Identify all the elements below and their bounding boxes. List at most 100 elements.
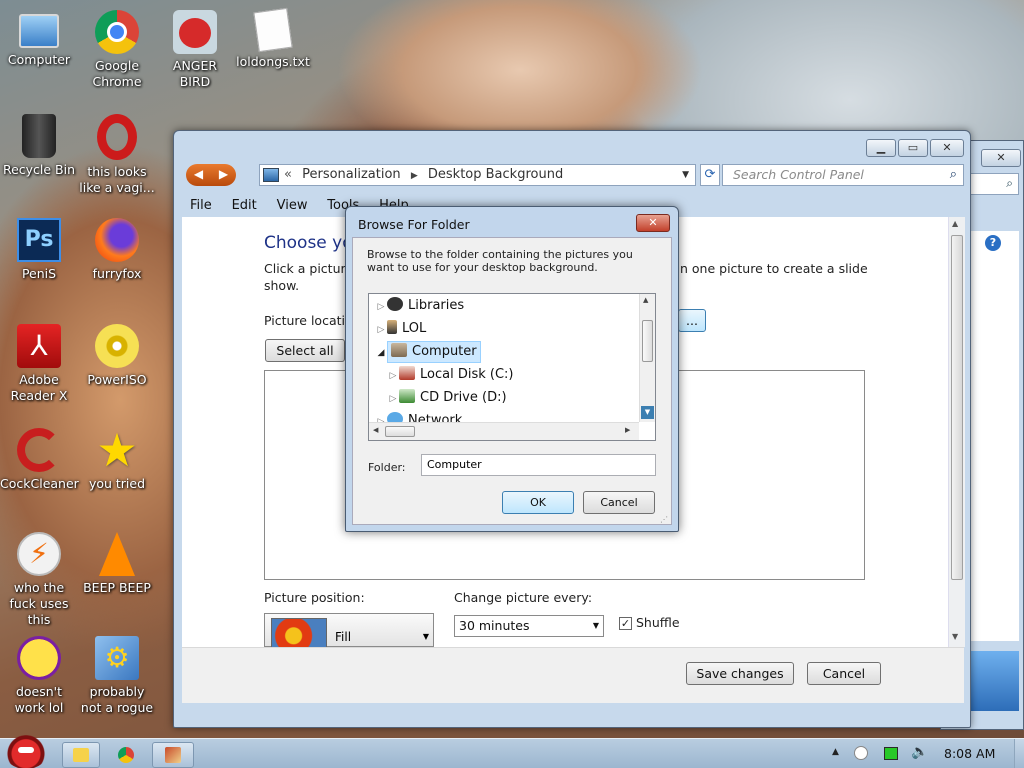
libraries-icon <box>387 297 403 311</box>
ccleaner-icon <box>17 428 61 472</box>
battery-icon[interactable] <box>884 747 898 760</box>
ok-button[interactable]: OK <box>502 491 574 514</box>
forward-button[interactable]: ▶ <box>211 164 236 186</box>
tree-hscroll-thumb[interactable] <box>385 426 415 437</box>
desktop-icon-firefox[interactable]: furryfox <box>78 218 156 282</box>
menu-file[interactable]: File <box>182 195 220 216</box>
tree-horizontal-scrollbar[interactable]: ◀ ▶ <box>369 422 639 440</box>
messenger-icon[interactable] <box>854 746 868 760</box>
desktop-icon-poweriso[interactable]: PowerISO <box>78 324 156 388</box>
desktop-icon-opera[interactable]: this looks like a vagi... <box>78 114 156 196</box>
desktop-icon-rogue[interactable]: ⚙ probably not a rogue <box>78 636 156 716</box>
tree-item-cd-drive[interactable]: ▷ CD Drive (D:) <box>387 387 507 409</box>
adobe-reader-icon: ⅄ <box>17 324 61 368</box>
bottom-options: Picture position: Fill ▼ Change picture … <box>182 583 948 648</box>
minimize-button[interactable]: ▁ <box>866 139 896 157</box>
help-icon[interactable]: ? <box>985 235 1001 251</box>
close-button[interactable]: ✕ <box>930 139 964 157</box>
user-folder-icon <box>387 320 397 334</box>
refresh-button[interactable]: ⟳ <box>700 164 720 186</box>
tree-scroll-thumb[interactable] <box>642 320 653 362</box>
expand-arrow-icon[interactable]: ▷ <box>387 365 399 387</box>
expand-arrow-icon[interactable]: ▷ <box>375 319 387 341</box>
vertical-scrollbar[interactable]: ▲ ▼ <box>948 217 965 647</box>
save-changes-button[interactable]: Save changes <box>686 662 794 685</box>
show-hidden-icons-icon[interactable]: ▲ <box>832 747 839 757</box>
angry-bird-icon <box>173 10 217 54</box>
scroll-down-icon[interactable]: ▼ <box>952 632 958 641</box>
resize-grip-icon[interactable]: ⋰ <box>660 515 668 524</box>
opera-icon <box>97 114 137 160</box>
dialog-close-button[interactable]: ✕ <box>636 214 670 232</box>
desktop-icon-you-tried[interactable]: ★ you tried <box>78 427 156 492</box>
scroll-right-icon[interactable]: ▶ <box>625 426 630 434</box>
picture-position-dropdown[interactable]: Fill ▼ <box>264 613 434 648</box>
change-picture-interval-select[interactable]: 30 minutes ▼ <box>454 615 604 637</box>
desktop-icon-yahoo[interactable]: doesn't work lol <box>0 636 78 716</box>
recycle-bin-icon <box>22 114 56 158</box>
taskbar-chrome-button[interactable] <box>108 742 142 768</box>
scroll-thumb[interactable] <box>951 235 963 580</box>
navigation-bar: ◀ ▶ « Personalization ▶ Desktop Backgrou… <box>182 161 964 189</box>
menu-edit[interactable]: Edit <box>224 195 265 216</box>
desktop-icon-ccleaner[interactable]: CockCleaner <box>0 428 79 492</box>
close-button-background[interactable]: ✕ <box>981 149 1021 167</box>
desktop-icon-adobe-reader[interactable]: ⅄ Adobe Reader X <box>0 324 78 404</box>
dialog-cancel-button[interactable]: Cancel <box>583 491 655 514</box>
cancel-button[interactable]: Cancel <box>807 662 881 685</box>
tree-vertical-scrollbar[interactable]: ▲ ▼ <box>639 294 655 422</box>
folder-tree[interactable]: ▷ Libraries ▷ LOL ◢ Computer ▷ Local Disk (C… <box>368 293 656 441</box>
browse-for-folder-dialog[interactable]: Browse For Folder ✕ Browse to the folder… <box>345 206 679 532</box>
local-disk-icon <box>399 366 415 380</box>
tree-item-computer[interactable]: ◢ Computer <box>375 341 481 363</box>
desktop-icon-loldongs[interactable]: loldongs.txt <box>234 7 312 70</box>
yahoo-icon <box>17 636 61 680</box>
menu-view[interactable]: View <box>269 195 316 216</box>
address-dropdown-icon[interactable]: ▼ <box>682 165 689 185</box>
address-bar[interactable]: « Personalization ▶ Desktop Background ▼ <box>259 164 696 186</box>
select-all-button[interactable]: Select all <box>265 339 345 362</box>
folder-label: Folder: <box>368 461 406 474</box>
breadcrumb-separator-icon: ▶ <box>410 171 418 181</box>
breadcrumb-personalization[interactable]: Personalization <box>302 167 401 182</box>
breadcrumb-desktop-background[interactable]: Desktop Background <box>428 167 563 182</box>
folder-input[interactable]: Computer <box>421 454 656 476</box>
maximize-button[interactable]: ▭ <box>898 139 928 157</box>
desktop-icon-photoshop[interactable]: Ps PeniS <box>0 218 78 282</box>
system-tray: ▲ 🔈 8:08 AM <box>824 739 1024 768</box>
tree-item-lol[interactable]: ▷ LOL <box>375 318 426 340</box>
search-control-panel-input[interactable]: Search Control Panel ⌕ <box>722 164 964 186</box>
desktop-icon-recycle-bin[interactable]: Recycle Bin <box>0 114 78 178</box>
volume-icon[interactable]: 🔈 <box>911 744 928 760</box>
search-icon[interactable]: ⌕ <box>950 165 957 185</box>
desktop-icon-vlc[interactable]: BEEP BEEP <box>78 532 156 596</box>
scroll-down-icon[interactable]: ▼ <box>641 406 654 419</box>
clock[interactable]: 8:08 AM <box>944 746 995 761</box>
scroll-left-icon[interactable]: ◀ <box>373 426 378 434</box>
collapse-arrow-icon[interactable]: ◢ <box>375 342 387 364</box>
fill-preview-icon <box>271 618 327 648</box>
expand-arrow-icon[interactable]: ▷ <box>375 296 387 318</box>
shuffle-checkbox[interactable]: ✓ <box>619 617 632 630</box>
photoshop-icon: Ps <box>17 218 61 262</box>
back-button[interactable]: ◀ <box>186 164 211 186</box>
scroll-up-icon[interactable]: ▲ <box>643 296 648 304</box>
traffic-cone-icon <box>99 532 135 576</box>
taskbar-personalization-button[interactable] <box>152 742 194 768</box>
desktop-icon-computer[interactable]: Computer <box>0 10 78 68</box>
shuffle-label: Shuffle <box>636 615 680 630</box>
dialog-instruction: Browse to the folder containing the pict… <box>367 248 633 274</box>
browse-button[interactable]: ... <box>678 309 706 332</box>
scroll-up-icon[interactable]: ▲ <box>952 219 958 228</box>
taskbar-explorer-button[interactable] <box>62 742 100 768</box>
tree-item-libraries[interactable]: ▷ Libraries <box>375 295 464 317</box>
desktop-icon-chrome[interactable]: Google Chrome <box>78 10 156 90</box>
description-text-right: n one picture to create a slide <box>680 261 868 276</box>
expand-arrow-icon[interactable]: ▷ <box>387 388 399 410</box>
tree-item-local-disk[interactable]: ▷ Local Disk (C:) <box>387 364 513 386</box>
show-desktop-button[interactable] <box>1014 739 1024 768</box>
desktop-icon-who-uses-this[interactable]: ⚡ who the fuck uses this <box>0 532 78 628</box>
tree-item-computer-selection: Computer <box>387 341 481 363</box>
desktop-icon-anger-bird[interactable]: ANGER BIRD <box>156 10 234 90</box>
start-button[interactable] <box>4 735 48 768</box>
